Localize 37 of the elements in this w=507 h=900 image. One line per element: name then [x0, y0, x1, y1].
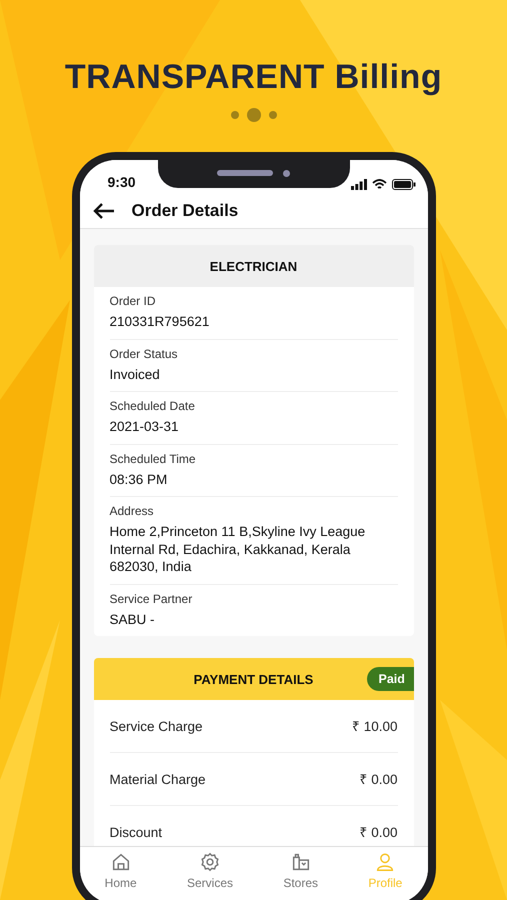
- card-title: PAYMENT DETAILS: [194, 672, 314, 687]
- field-label: Scheduled Date: [110, 399, 196, 414]
- page-dot[interactable]: [230, 111, 238, 119]
- field-value: 2021-03-31: [110, 418, 180, 436]
- charge-label: Discount: [110, 824, 162, 840]
- settings-icon: [198, 851, 221, 873]
- field-value: SABU -: [110, 610, 156, 628]
- signal-icon: [350, 179, 366, 190]
- headline: TRANSPARENT Billing: [64, 58, 442, 97]
- status-time: 9:30: [108, 174, 136, 190]
- page-dot[interactable]: [246, 108, 260, 122]
- field-label: Scheduled Time: [110, 452, 197, 466]
- charge-label: Service Charge: [110, 718, 203, 734]
- field-label: Address: [110, 504, 155, 518]
- charge-amount: ₹ 10.00: [352, 718, 398, 736]
- status-badge: Paid: [366, 667, 414, 692]
- nav-tab[interactable]: Services: [182, 851, 237, 891]
- field-value: Home 2,Princeton 11 B,Skyline Ivy League Internal Rd, Edachira, Kakkanad, Kerala 682030, India: [110, 523, 366, 576]
- camera-dot: [283, 170, 290, 176]
- battery-icon: [392, 179, 416, 190]
- nav-tab[interactable]: Home: [100, 851, 141, 891]
- wifi-icon: [372, 179, 386, 190]
- charge-label: Material Charge: [110, 772, 206, 787]
- charge-amount: ₹ 0.00: [359, 771, 398, 788]
- field-label: Order Status: [110, 346, 179, 361]
- field-value: 210331R795621: [110, 313, 210, 331]
- back-arrow-icon[interactable]: [92, 201, 116, 221]
- speaker-grille: [217, 170, 273, 176]
- field-label: Service Partner: [110, 592, 194, 606]
- page-dot[interactable]: [268, 111, 276, 119]
- screen-title: Order Details: [132, 201, 238, 221]
- charge-amount: ₹ 0.00: [359, 824, 398, 842]
- field-value: 08:36 PM: [110, 470, 168, 488]
- nav-tab[interactable]: Stores: [279, 851, 322, 891]
- field-label: Order ID: [110, 294, 157, 308]
- field-value: Invoiced: [110, 366, 161, 384]
- card-title: ELECTRICIAN: [210, 258, 298, 274]
